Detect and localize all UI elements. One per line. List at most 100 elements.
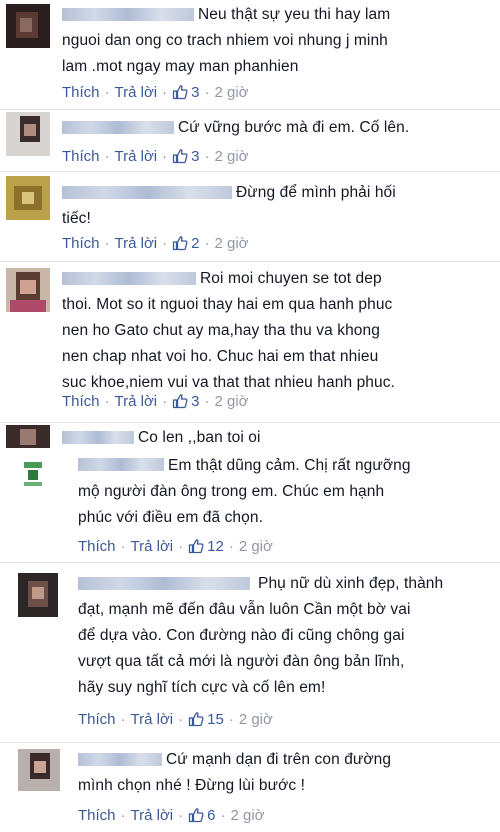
- separator-dot: ·: [120, 537, 126, 555]
- comment-text: nguoi dan ong co trach nhiem voi nhung j…: [62, 32, 388, 49]
- comment-text: hãy suy nghĩ tích cực và cố lên em!: [78, 679, 326, 696]
- like-count-value: 15: [207, 710, 224, 728]
- commenter-name[interactable]: [62, 121, 174, 134]
- commenter-avatar[interactable]: [6, 176, 50, 220]
- like-count[interactable]: 3: [172, 393, 199, 410]
- separator-dot: ·: [204, 234, 210, 252]
- reply-link[interactable]: Trả lời: [115, 393, 158, 410]
- separator-dot: ·: [162, 147, 168, 165]
- separator-dot: ·: [178, 806, 184, 824]
- commenter-avatar[interactable]: [18, 454, 48, 494]
- comment-text: Cứ mạnh dạn đi trên con đường: [166, 751, 392, 768]
- like-count-value: 3: [191, 83, 200, 101]
- thumbs-up-icon: [188, 808, 204, 823]
- reply-link[interactable]: Trả lời: [131, 807, 174, 824]
- commenter-name[interactable]: [62, 431, 134, 444]
- reply-link[interactable]: Trả lời: [115, 84, 158, 101]
- thumbs-up-icon: [188, 712, 204, 727]
- separator-dot: ·: [204, 392, 210, 410]
- comment-actions: Thích · Trả lời · 2 · 2 giờ: [62, 232, 249, 254]
- comment-timestamp[interactable]: 2 giờ: [214, 148, 248, 165]
- like-link[interactable]: Thích: [62, 393, 100, 410]
- comment-text: để dựa vào. Con đường nào đi cũng chông …: [78, 627, 405, 644]
- reply-link[interactable]: Trả lời: [115, 148, 158, 165]
- reply-link[interactable]: Trả lời: [115, 235, 158, 252]
- comment-text: Neu thật sự yeu thi hay lam: [198, 6, 391, 23]
- comment-text: vượt qua tất cả mới là người đàn ông bản…: [78, 653, 405, 670]
- separator-dot: ·: [104, 392, 110, 410]
- like-count-value: 2: [191, 234, 200, 252]
- reply-link[interactable]: Trả lời: [131, 538, 174, 555]
- comment-text: thoi. Mot so it nguoi thay hai em qua ha…: [62, 296, 393, 313]
- like-count[interactable]: 3: [172, 148, 199, 165]
- separator-dot: ·: [104, 147, 110, 165]
- thumbs-up-icon: [172, 149, 188, 164]
- comment-timestamp[interactable]: 2 giờ: [214, 393, 248, 410]
- separator-dot: ·: [228, 537, 234, 555]
- comment-actions: Thích · Trả lời · 3 · 2 giờ: [62, 390, 249, 412]
- like-link[interactable]: Thích: [62, 235, 100, 252]
- comment-text: tiếc!: [62, 210, 91, 227]
- like-count[interactable]: 12: [188, 538, 224, 555]
- comment-timestamp[interactable]: 2 giờ: [239, 711, 273, 728]
- separator-dot: ·: [104, 83, 110, 101]
- comment-text: đạt, mạnh mẽ đến đâu vẫn luôn Cần một bờ…: [78, 601, 411, 618]
- reply-link[interactable]: Trả lời: [131, 711, 174, 728]
- commenter-avatar[interactable]: [6, 4, 50, 48]
- like-count-value: 6: [207, 806, 216, 824]
- separator-dot: ·: [120, 806, 126, 824]
- comment-timestamp[interactable]: 2 giờ: [214, 235, 248, 252]
- separator-dot: ·: [120, 710, 126, 728]
- commenter-avatar[interactable]: [18, 749, 60, 791]
- thumbs-up-icon: [188, 539, 204, 554]
- like-link[interactable]: Thích: [78, 538, 116, 555]
- comment-text: Đừng để mình phải hối: [236, 184, 396, 201]
- commenter-name[interactable]: [78, 753, 162, 766]
- like-link[interactable]: Thích: [62, 84, 100, 101]
- comment-item: Cứ vững bước mà đi em. Cố lên. Thích · T…: [0, 110, 500, 170]
- commenter-avatar[interactable]: [6, 268, 50, 312]
- commenter-name[interactable]: [62, 272, 196, 285]
- separator-dot: ·: [228, 710, 234, 728]
- separator-dot: ·: [178, 537, 184, 555]
- comment-text: Cứ vững bước mà đi em. Cố lên.: [178, 119, 410, 136]
- comment-actions: Thích · Trả lời · 15 · 2 giờ: [78, 708, 273, 730]
- thumbs-up-icon: [172, 85, 188, 100]
- commenter-name[interactable]: [78, 577, 250, 590]
- like-count-value: 12: [207, 537, 224, 555]
- comment-text: lam .mot ngay may man phanhien: [62, 58, 299, 75]
- like-link[interactable]: Thích: [78, 711, 116, 728]
- commenter-name[interactable]: [78, 458, 164, 471]
- comment-text: mình chọn nhé ! Đừng lùi bước !: [78, 777, 306, 794]
- comment-actions: Thích · Trả lời · 3 · 2 giờ: [62, 81, 249, 103]
- comment-item: Phụ nữ dù xinh đẹp, thành đạt, mạnh mẽ đ…: [0, 563, 500, 741]
- like-link[interactable]: Thích: [78, 807, 116, 824]
- like-count[interactable]: 3: [172, 84, 199, 101]
- comment-item: Roi moi chuyen se tot dep thoi. Mot so i…: [0, 262, 500, 422]
- comment-item: Em thật dũng cảm. Chị rất ngưỡng mộ ngườ…: [0, 448, 500, 560]
- like-count-value: 3: [191, 147, 200, 165]
- commenter-avatar[interactable]: [6, 112, 50, 156]
- thumbs-up-icon: [172, 394, 188, 409]
- commenter-name[interactable]: [62, 186, 232, 199]
- like-count[interactable]: 2: [172, 235, 199, 252]
- comment-actions: Thích · Trả lời · 3 · 2 giờ: [62, 145, 249, 167]
- comment-timestamp[interactable]: 2 giờ: [239, 538, 273, 555]
- like-count[interactable]: 15: [188, 711, 224, 728]
- like-count-value: 3: [191, 392, 200, 410]
- comment-timestamp[interactable]: 2 giờ: [230, 807, 264, 824]
- comment-text: Em thật dũng cảm. Chị rất ngưỡng: [168, 457, 411, 474]
- like-count[interactable]: 6: [188, 807, 215, 824]
- commenter-avatar[interactable]: [18, 573, 58, 617]
- separator-dot: ·: [204, 83, 210, 101]
- like-link[interactable]: Thích: [62, 148, 100, 165]
- comment-text: Roi moi chuyen se tot dep: [200, 270, 382, 287]
- comment-item: Cứ mạnh dạn đi trên con đường mình chọn …: [0, 743, 500, 832]
- comment-text: nen ho Gato chut ay ma,hay tha thu va kh…: [62, 322, 380, 339]
- thumbs-up-icon: [172, 236, 188, 251]
- commenter-name[interactable]: [62, 8, 194, 21]
- comment-timestamp[interactable]: 2 giờ: [214, 84, 248, 101]
- comment-text: mộ người đàn ông trong em. Chúc em hạnh: [78, 483, 385, 500]
- commenter-avatar[interactable]: [6, 425, 50, 449]
- comment-actions: Thích · Trả lời · 12 · 2 giờ: [78, 535, 273, 557]
